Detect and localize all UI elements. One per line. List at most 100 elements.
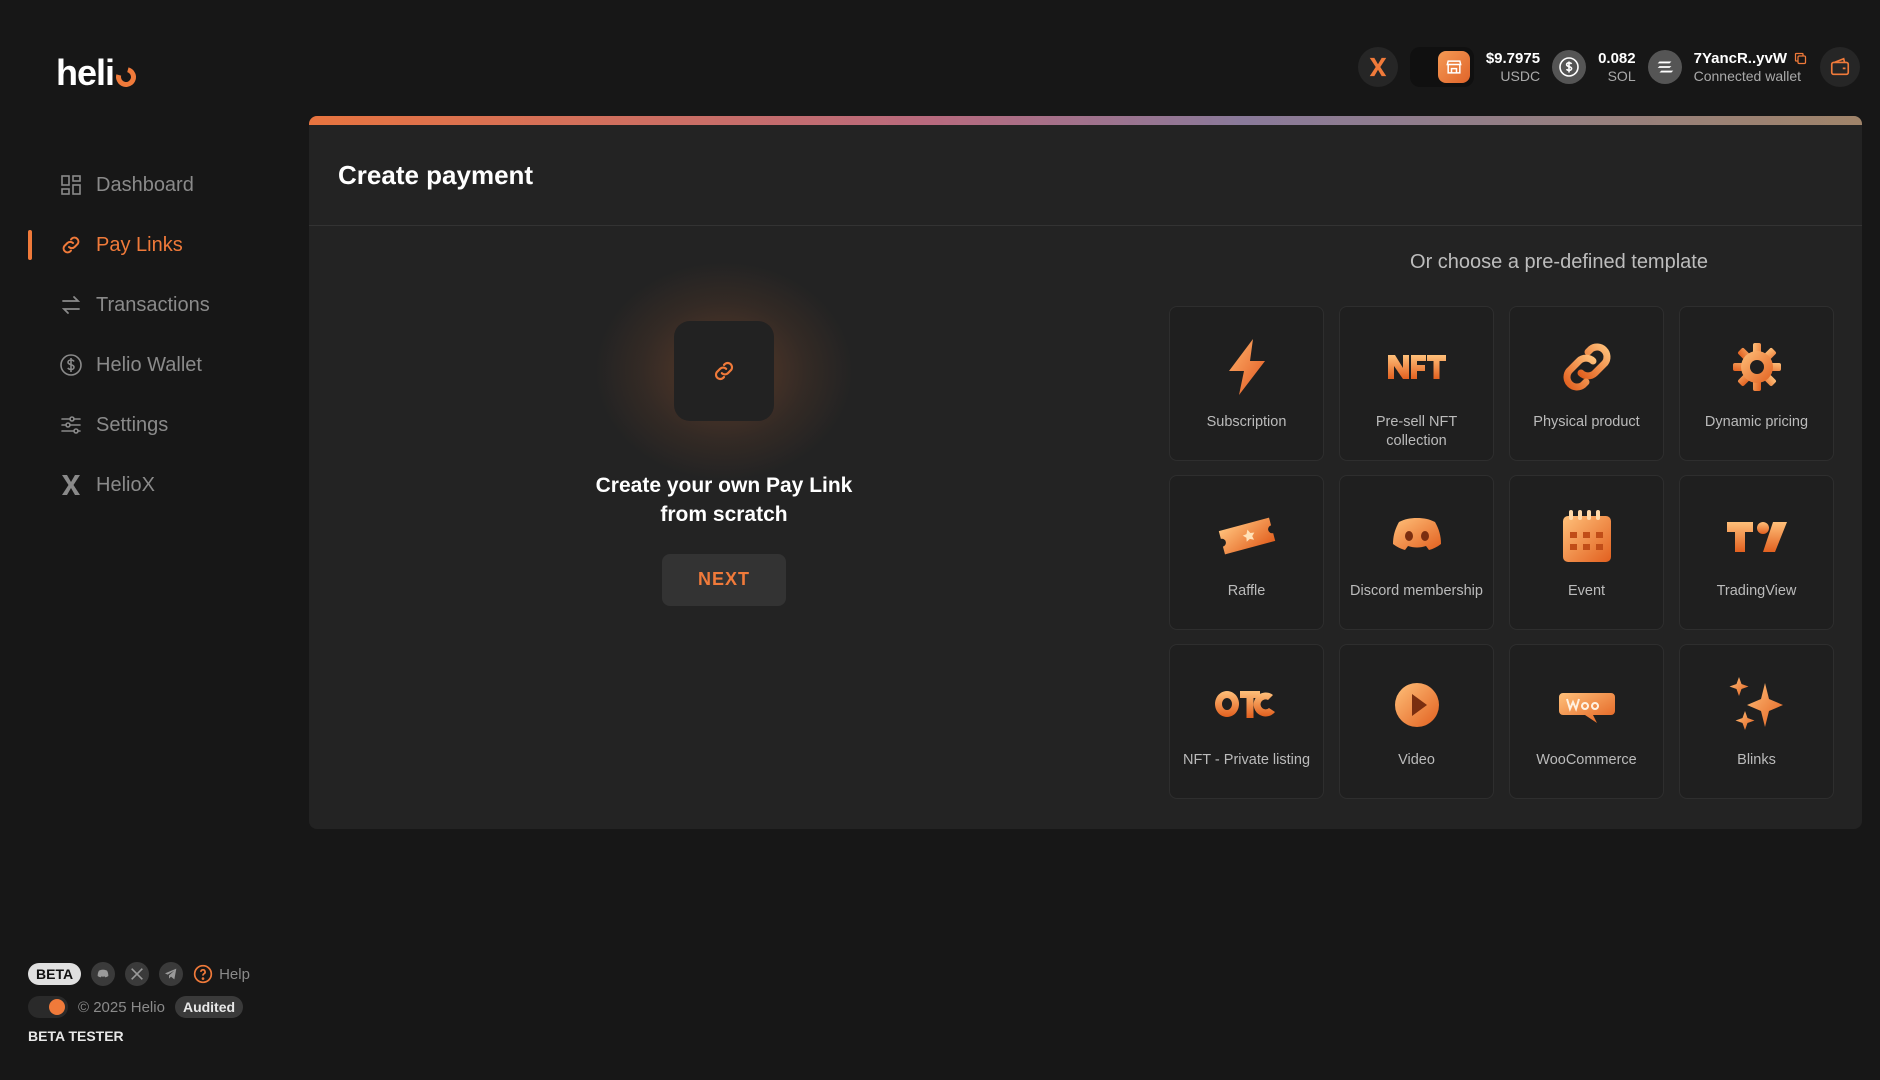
template-discord-membership[interactable]: Discord membership (1339, 475, 1494, 630)
solana-coin-icon (1647, 50, 1682, 84)
wallet-status: Connected wallet (1693, 67, 1802, 84)
sidebar-item-label: Transactions (96, 293, 210, 316)
template-label: TradingView (1716, 583, 1797, 599)
helio-logo[interactable]: heli (56, 52, 140, 94)
sidebar-footer: BETA Help © 2025 Helio Audited BETA TEST… (28, 962, 250, 1044)
template-label: Pre-sell NFT collection (1375, 414, 1458, 449)
usdc-value: $9.7975 (1485, 49, 1541, 67)
create-payment-panel: Create payment Create your own Pay Link … (309, 116, 1862, 829)
sol-balance: 0.082 SOL (1598, 50, 1636, 85)
template-woocommerce[interactable]: WooCommerce (1509, 644, 1664, 799)
template-label: NFT - Private listing (1182, 752, 1311, 768)
sidebar-item-pay-links[interactable]: Pay Links (28, 215, 278, 275)
x-logo-icon (1369, 57, 1387, 77)
help-link[interactable]: Help (193, 964, 250, 984)
sol-unit: SOL (1607, 67, 1636, 84)
discord-icon[interactable] (91, 962, 116, 986)
transfer-icon (58, 292, 84, 318)
telegram-icon[interactable] (159, 962, 184, 986)
sidebar-item-label: Dashboard (96, 173, 194, 196)
template-label: Physical product (1533, 414, 1640, 430)
template-subscription[interactable]: Subscription (1169, 306, 1324, 461)
template-grid: Subscription Pre-sell NFT collection Phy… (1169, 306, 1834, 799)
help-label: Help (219, 965, 250, 983)
copyright-text: © 2025 Helio (78, 998, 165, 1016)
x-twitter-icon[interactable] (125, 962, 150, 986)
wallet-address: 7YancR..yvW (1693, 49, 1787, 67)
copy-icon[interactable] (1793, 51, 1808, 66)
template-tradingview[interactable]: TradingView (1679, 475, 1834, 630)
play-icon (1385, 673, 1449, 737)
template-nft-private-listing[interactable]: NFT - Private listing (1169, 644, 1324, 799)
logo-o-mark (112, 63, 140, 91)
sidebar-nav: Dashboard Pay Links Transactions Helio W… (28, 155, 278, 515)
dollar-circle-icon (58, 352, 84, 378)
template-physical-product[interactable]: Physical product (1509, 306, 1664, 461)
template-label: Raffle (1227, 583, 1266, 599)
scratch-title: Create your own Pay Link from scratch (569, 471, 879, 530)
beta-tester-label: BETA TESTER (28, 1028, 124, 1044)
sidebar-item-label: Helio Wallet (96, 353, 202, 376)
template-label: Blinks (1737, 752, 1776, 768)
ticket-icon (1215, 504, 1279, 568)
sidebar-item-dashboard[interactable]: Dashboard (28, 155, 278, 215)
sidebar-item-settings[interactable]: Settings (28, 395, 278, 455)
sidebar-item-label: Settings (96, 413, 169, 436)
panel-header: Create payment (309, 125, 1862, 226)
templates-heading: Or choose a pre-defined template (1410, 251, 1708, 273)
nft-icon (1385, 335, 1449, 399)
logo-text: heli (56, 52, 115, 93)
template-label: Subscription (1206, 414, 1287, 430)
sparkle-icon (1725, 673, 1789, 737)
create-from-scratch: Create your own Pay Link from scratch NE… (569, 261, 879, 606)
x-logo-icon (58, 472, 84, 498)
top-bar: $9.7975 USDC 0.082 SOL 7YancR..yvW Conne… (1357, 44, 1860, 90)
chain-link-icon (1555, 335, 1619, 399)
template-label: Discord membership (1350, 583, 1483, 599)
page-title: Create payment (338, 159, 534, 190)
store-icon (1437, 51, 1470, 83)
template-label: Event (1567, 583, 1606, 599)
help-icon (193, 964, 213, 984)
link-icon (58, 232, 84, 258)
audited-badge[interactable]: Audited (174, 996, 244, 1018)
wallet-button[interactable] (1820, 47, 1860, 87)
tradingview-icon (1725, 504, 1789, 568)
scratch-title-line2: from scratch (660, 503, 788, 527)
gear-icon (1725, 335, 1789, 399)
template-label: WooCommerce (1536, 752, 1637, 768)
store-button[interactable] (1409, 47, 1474, 87)
template-video[interactable]: Video (1339, 644, 1494, 799)
theme-toggle[interactable] (28, 996, 68, 1018)
pay-link-tile[interactable] (674, 321, 774, 421)
usdc-coin-icon (1552, 50, 1587, 84)
link-icon (714, 361, 734, 381)
template-label: Dynamic pricing (1704, 414, 1809, 430)
sidebar-item-transactions[interactable]: Transactions (28, 275, 278, 335)
dashboard-icon (58, 172, 84, 198)
sidebar-item-label: HelioX (96, 473, 155, 496)
gradient-accent-bar (309, 116, 1862, 125)
wallet-icon (1830, 57, 1850, 76)
sidebar-item-heliox[interactable]: HelioX (28, 455, 278, 515)
scratch-title-line1: Create your own Pay Link (595, 474, 853, 497)
template-pre-sell-nft[interactable]: Pre-sell NFT collection (1339, 306, 1494, 461)
sidebar-item-helio-wallet[interactable]: Helio Wallet (28, 335, 278, 395)
sol-value: 0.082 (1598, 49, 1636, 67)
usdc-unit: USDC (1500, 67, 1541, 84)
lightning-icon (1215, 335, 1279, 399)
next-button[interactable]: NEXT (662, 553, 786, 606)
calendar-icon (1555, 504, 1619, 568)
template-event[interactable]: Event (1509, 475, 1664, 630)
template-dynamic-pricing[interactable]: Dynamic pricing (1679, 306, 1834, 461)
template-raffle[interactable]: Raffle (1169, 475, 1324, 630)
otc-icon (1214, 673, 1279, 737)
template-label: Video (1398, 752, 1435, 768)
sliders-icon (58, 412, 84, 438)
heliox-button[interactable] (1357, 47, 1398, 87)
woocommerce-icon (1555, 673, 1619, 737)
beta-badge: BETA (28, 963, 82, 985)
wallet-account[interactable]: 7YancR..yvW Connected wallet (1694, 50, 1808, 85)
sidebar-item-label: Pay Links (96, 233, 183, 256)
template-blinks[interactable]: Blinks (1679, 644, 1834, 799)
